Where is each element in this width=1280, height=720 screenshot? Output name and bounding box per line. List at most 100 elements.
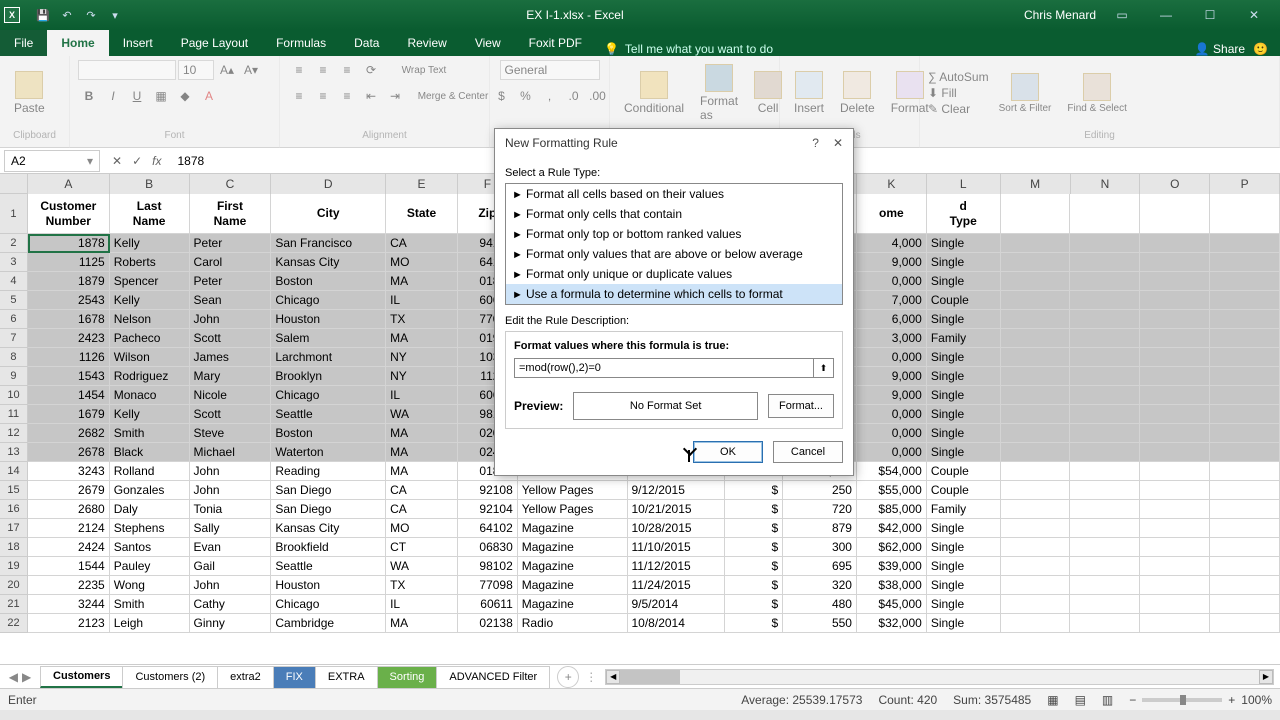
col-header-c[interactable]: C [190, 174, 272, 194]
view-normal-icon[interactable]: ▦ [1047, 693, 1058, 707]
data-cell[interactable] [1140, 291, 1210, 310]
rule-type-item[interactable]: ► Format only values that are above or b… [506, 244, 842, 264]
data-cell[interactable]: MO [386, 253, 458, 272]
dec-decimal-icon[interactable]: .00 [587, 86, 609, 106]
data-cell[interactable]: 9,000 [857, 386, 927, 405]
indent-inc-icon[interactable]: ⇥ [384, 86, 406, 106]
data-cell[interactable]: Peter [190, 234, 272, 253]
data-cell[interactable]: $55,000 [857, 481, 927, 500]
qat-save-icon[interactable]: 💾 [32, 4, 54, 26]
data-cell[interactable]: 6,000 [857, 310, 927, 329]
data-cell[interactable]: Magazine [518, 557, 628, 576]
data-cell[interactable] [1140, 348, 1210, 367]
increase-font-icon[interactable]: A▴ [216, 60, 238, 80]
data-cell[interactable]: 9/5/2014 [628, 595, 726, 614]
wrap-text-button[interactable]: Wrap Text [384, 60, 464, 80]
data-cell[interactable]: Single [927, 253, 1001, 272]
data-cell[interactable] [1070, 595, 1140, 614]
data-cell[interactable]: CA [386, 234, 458, 253]
data-cell[interactable] [1070, 272, 1140, 291]
data-cell[interactable]: 10/8/2014 [628, 614, 726, 633]
data-cell[interactable] [1070, 500, 1140, 519]
data-cell[interactable]: WA [386, 405, 458, 424]
row-header[interactable]: 1 [0, 194, 28, 234]
data-cell[interactable]: 480 [783, 595, 857, 614]
name-box-dropdown-icon[interactable]: ▾ [87, 154, 93, 168]
data-cell[interactable]: Waterton [271, 443, 386, 462]
data-cell[interactable]: 250 [783, 481, 857, 500]
data-cell[interactable] [1210, 500, 1280, 519]
italic-button[interactable]: I [102, 86, 124, 106]
data-cell[interactable]: Leigh [110, 614, 190, 633]
data-cell[interactable]: Rolland [110, 462, 190, 481]
row-header[interactable]: 21 [0, 595, 28, 614]
col-header-d[interactable]: D [271, 174, 386, 194]
data-cell[interactable]: Roberts [110, 253, 190, 272]
data-cell[interactable]: Single [927, 519, 1001, 538]
border-icon[interactable]: ▦ [150, 86, 172, 106]
qat-more-icon[interactable]: ▾ [104, 4, 126, 26]
sheet-tab-extra2[interactable]: extra2 [217, 666, 274, 688]
data-cell[interactable]: $85,000 [857, 500, 927, 519]
format-button[interactable]: Format... [768, 394, 834, 418]
sort-filter-button[interactable]: Sort & Filter [993, 71, 1058, 116]
data-cell[interactable]: Single [927, 614, 1001, 633]
data-cell[interactable] [1210, 405, 1280, 424]
tell-me[interactable]: 💡Tell me what you want to do [604, 42, 773, 56]
data-cell[interactable] [1140, 519, 1210, 538]
data-cell[interactable]: 9/12/2015 [628, 481, 726, 500]
data-cell[interactable] [1140, 234, 1210, 253]
zoom-thumb[interactable] [1180, 695, 1186, 705]
data-cell[interactable]: 2124 [28, 519, 110, 538]
currency-icon[interactable]: $ [491, 86, 513, 106]
data-cell[interactable]: 720 [783, 500, 857, 519]
data-cell[interactable] [1001, 500, 1071, 519]
header-cell[interactable]: dType [927, 194, 1001, 234]
clear-button[interactable]: ✎ Clear [928, 102, 989, 116]
row-header[interactable]: 15 [0, 481, 28, 500]
data-cell[interactable] [1210, 386, 1280, 405]
data-cell[interactable] [1001, 443, 1071, 462]
indent-dec-icon[interactable]: ⇤ [360, 86, 382, 106]
data-cell[interactable] [1070, 557, 1140, 576]
data-cell[interactable] [1210, 595, 1280, 614]
merge-center-button[interactable]: Merge & Center [408, 86, 498, 106]
data-cell[interactable]: $ [725, 576, 783, 595]
header-cell[interactable] [1001, 194, 1071, 234]
data-cell[interactable] [1001, 557, 1071, 576]
data-cell[interactable]: Single [927, 576, 1001, 595]
tab-page-layout[interactable]: Page Layout [167, 30, 262, 56]
header-cell[interactable]: City [271, 194, 386, 234]
data-cell[interactable]: Single [927, 424, 1001, 443]
tab-foxit[interactable]: Foxit PDF [515, 30, 596, 56]
data-cell[interactable] [1140, 481, 1210, 500]
data-cell[interactable]: Steve [190, 424, 272, 443]
insert-cells-button[interactable]: Insert [788, 69, 830, 117]
delete-cells-button[interactable]: Delete [834, 69, 881, 117]
data-cell[interactable] [1140, 367, 1210, 386]
data-cell[interactable]: 320 [783, 576, 857, 595]
data-cell[interactable]: $54,000 [857, 462, 927, 481]
data-cell[interactable] [1140, 462, 1210, 481]
row-header[interactable]: 12 [0, 424, 28, 443]
data-cell[interactable] [1070, 386, 1140, 405]
view-pagelayout-icon[interactable]: ▤ [1075, 693, 1086, 707]
data-cell[interactable]: Houston [271, 576, 386, 595]
data-cell[interactable] [1210, 291, 1280, 310]
data-cell[interactable]: $ [725, 519, 783, 538]
data-cell[interactable] [1001, 481, 1071, 500]
data-cell[interactable]: TX [386, 310, 458, 329]
data-cell[interactable] [1140, 614, 1210, 633]
data-cell[interactable]: Family [927, 500, 1001, 519]
data-cell[interactable]: TX [386, 576, 458, 595]
align-mid-icon[interactable]: ≡ [312, 60, 334, 80]
row-header[interactable]: 9 [0, 367, 28, 386]
data-cell[interactable]: 300 [783, 538, 857, 557]
rule-type-item-selected[interactable]: ► Use a formula to determine which cells… [506, 284, 842, 304]
percent-icon[interactable]: % [515, 86, 537, 106]
data-cell[interactable] [1070, 310, 1140, 329]
data-cell[interactable]: WA [386, 557, 458, 576]
data-cell[interactable]: 11/12/2015 [628, 557, 726, 576]
row-header[interactable]: 4 [0, 272, 28, 291]
data-cell[interactable] [1001, 576, 1071, 595]
